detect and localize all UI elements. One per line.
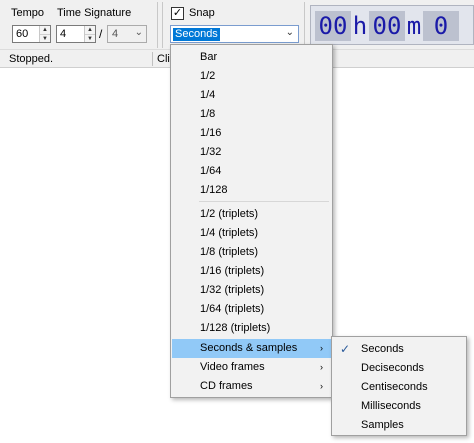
- toolbar-divider: [162, 2, 163, 48]
- submenu-item-milliseconds[interactable]: Milliseconds: [333, 397, 465, 416]
- checkmark-icon: ✓: [172, 7, 183, 19]
- menu-item-video-frames[interactable]: Video frames ›: [172, 358, 331, 377]
- menu-item-1-64[interactable]: 1/64: [172, 162, 331, 181]
- spin-up-icon[interactable]: ▲: [40, 26, 50, 34]
- toolbar-divider: [157, 2, 158, 48]
- time-signature-numerator-spinner[interactable]: 4 ▲ ▼: [56, 25, 96, 43]
- timecode-minutes-unit: m: [406, 12, 422, 40]
- submenu-item-label: Seconds: [361, 343, 404, 355]
- submenu-item-deciseconds[interactable]: Deciseconds: [333, 359, 465, 378]
- status-clip-text: Cli: [157, 53, 170, 65]
- time-signature-label: Time Signature: [57, 7, 132, 19]
- menu-item-seconds-and-samples[interactable]: Seconds & samples ›: [172, 339, 331, 358]
- spin-down-icon[interactable]: ▼: [85, 34, 95, 42]
- ts-numerator-spin-arrows[interactable]: ▲ ▼: [84, 26, 95, 42]
- menu-item-bar[interactable]: Bar: [172, 48, 331, 67]
- menu-item-1-16-triplets[interactable]: 1/16 (triplets): [172, 262, 331, 281]
- spin-up-icon[interactable]: ▲: [85, 26, 95, 34]
- menu-item-1-32[interactable]: 1/32: [172, 143, 331, 162]
- tempo-label: Tempo: [11, 7, 45, 19]
- menu-item-1-32-triplets[interactable]: 1/32 (triplets): [172, 281, 331, 300]
- toolbar-divider: [304, 2, 305, 48]
- menu-item-1-2-triplets[interactable]: 1/2 (triplets): [172, 205, 331, 224]
- chevron-down-icon: ⌄: [285, 27, 294, 38]
- status-divider: [152, 52, 153, 66]
- chevron-right-icon: ›: [320, 381, 323, 391]
- menu-item-1-4[interactable]: 1/4: [172, 86, 331, 105]
- ts-denominator-value: 4: [112, 28, 119, 40]
- submenu-item-centiseconds[interactable]: Centiseconds: [333, 378, 465, 397]
- toolbar: Tempo Time Signature 60 ▲ ▼ 4 ▲ ▼ / 4 ⌄ …: [0, 0, 474, 50]
- spin-down-icon[interactable]: ▼: [40, 34, 50, 42]
- submenu-item-seconds[interactable]: ✓ Seconds: [333, 340, 465, 359]
- ts-numerator-value: 4: [60, 28, 67, 40]
- menu-item-1-8-triplets[interactable]: 1/8 (triplets): [172, 243, 331, 262]
- menu-item-cd-frames[interactable]: CD frames ›: [172, 377, 331, 396]
- menu-item-1-16[interactable]: 1/16: [172, 124, 331, 143]
- menu-item-label: CD frames: [200, 380, 253, 392]
- timecode-hours: 00: [315, 11, 351, 41]
- menu-item-1-8[interactable]: 1/8: [172, 105, 331, 124]
- snap-selected-value: Seconds: [173, 28, 220, 41]
- chevron-down-icon: ⌄: [134, 27, 143, 38]
- menu-item-1-64-triplets[interactable]: 1/64 (triplets): [172, 300, 331, 319]
- menu-item-label: Seconds & samples: [200, 342, 298, 354]
- timecode-seconds: 0: [423, 11, 459, 41]
- menu-separator: [199, 201, 329, 202]
- time-signature-denominator-select[interactable]: 4 ⌄: [107, 25, 147, 43]
- checkmark-icon: ✓: [340, 342, 351, 356]
- menu-item-1-4-triplets[interactable]: 1/4 (triplets): [172, 224, 331, 243]
- chevron-right-icon: ›: [320, 343, 323, 353]
- time-display[interactable]: 00 h 00 m 0: [310, 5, 474, 45]
- tempo-spin-arrows[interactable]: ▲ ▼: [39, 26, 50, 42]
- snap-to-select[interactable]: Seconds ⌄: [170, 25, 299, 43]
- tempo-spinner[interactable]: 60 ▲ ▼: [12, 25, 51, 43]
- status-text: Stopped.: [9, 53, 54, 65]
- menu-item-1-2[interactable]: 1/2: [172, 67, 331, 86]
- timecode-hours-unit: h: [352, 12, 368, 40]
- snap-dropdown-menu: Bar 1/2 1/4 1/8 1/16 1/32 1/64 1/128 1/2…: [170, 44, 333, 398]
- menu-item-1-128-triplets[interactable]: 1/128 (triplets): [172, 319, 331, 338]
- menu-item-label: Video frames: [200, 361, 265, 373]
- timecode-minutes: 00: [369, 11, 405, 41]
- snap-checkbox[interactable]: ✓: [171, 7, 184, 20]
- chevron-right-icon: ›: [320, 362, 323, 372]
- snap-label: Snap: [189, 7, 215, 19]
- seconds-samples-submenu: ✓ Seconds Deciseconds Centiseconds Milli…: [331, 336, 467, 436]
- submenu-item-samples[interactable]: Samples: [333, 416, 465, 435]
- time-signature-divider: /: [99, 27, 103, 41]
- menu-item-1-128[interactable]: 1/128: [172, 181, 331, 200]
- tempo-value: 60: [16, 28, 29, 40]
